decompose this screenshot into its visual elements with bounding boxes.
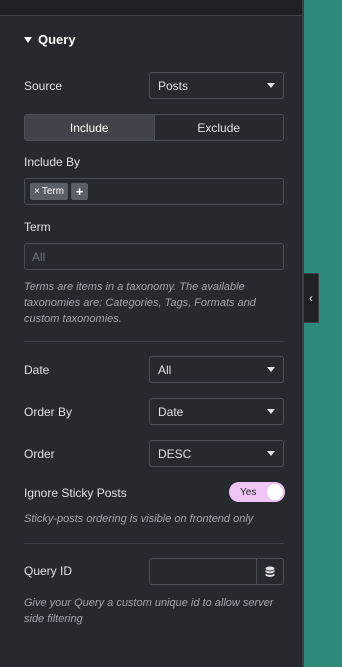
ignore-sticky-toggle[interactable]: Yes [229, 482, 285, 502]
collapse-panel-button[interactable]: ‹ [304, 273, 319, 323]
order-by-select[interactable]: Date [149, 398, 284, 425]
divider [24, 543, 284, 544]
dynamic-tags-button[interactable] [256, 558, 284, 585]
include-exclude-tabs: Include Exclude [24, 114, 284, 141]
database-icon [265, 566, 274, 577]
include-by-label: Include By [24, 155, 81, 169]
source-select[interactable]: Posts [149, 72, 284, 99]
chevron-down-icon [267, 83, 275, 88]
source-value: Posts [158, 78, 189, 93]
query-panel: Query Source Posts Include Exclude Inclu… [0, 0, 304, 667]
include-by-field[interactable]: × Term + [24, 178, 284, 205]
query-section-header[interactable]: Query [24, 32, 76, 47]
chevron-left-icon: ‹ [309, 291, 313, 305]
source-label: Source [24, 79, 63, 93]
query-id-label: Query ID [24, 564, 73, 578]
tab-exclude[interactable]: Exclude [153, 115, 284, 140]
chevron-down-icon [267, 451, 275, 456]
panel-top-strip [0, 0, 304, 16]
remove-tag-icon[interactable]: × [34, 186, 40, 197]
term-help-text: Terms are items in a taxonomy. The avail… [24, 281, 256, 325]
order-by-value: Date [158, 404, 184, 419]
date-label: Date [24, 363, 50, 377]
order-by-label: Order By [24, 405, 73, 419]
query-id-input[interactable] [149, 558, 257, 585]
query-id-help-text: Give your Query a custom unique id to al… [24, 597, 274, 625]
chevron-down-icon [267, 367, 275, 372]
term-tag: × Term [30, 183, 69, 200]
date-value: All [158, 362, 172, 377]
toggle-knob [267, 484, 283, 500]
canvas-area [304, 0, 342, 667]
order-select[interactable]: DESC [149, 440, 284, 467]
toggle-text: Yes [240, 486, 257, 498]
section-title: Query [38, 32, 76, 47]
order-label: Order [24, 447, 55, 461]
ignore-sticky-label: Ignore Sticky Posts [24, 486, 127, 500]
caret-down-icon [24, 36, 32, 43]
add-tag-button[interactable]: + [71, 183, 89, 200]
term-label: Term [24, 220, 51, 234]
sticky-help-text: Sticky-posts ordering is visible on fron… [24, 513, 254, 525]
tab-include[interactable]: Include [25, 115, 154, 140]
term-tag-label: Term [41, 186, 65, 197]
date-select[interactable]: All [149, 356, 284, 383]
chevron-down-icon [267, 409, 275, 414]
divider [24, 341, 284, 342]
order-value: DESC [158, 446, 192, 461]
term-input[interactable] [24, 243, 284, 270]
